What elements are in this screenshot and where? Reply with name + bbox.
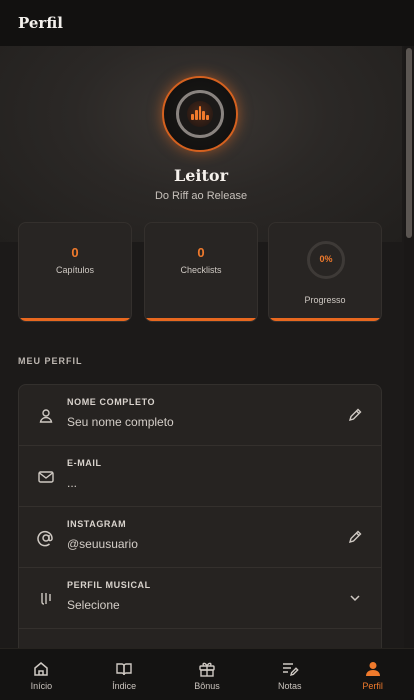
tab-label: Início bbox=[30, 681, 53, 691]
profile-name: Leitor bbox=[174, 166, 228, 185]
stat-label: Capítulos bbox=[55, 265, 95, 275]
home-icon bbox=[34, 662, 49, 676]
page-title: Perfil bbox=[18, 14, 63, 32]
profile-subtitle: Do Riff ao Release bbox=[154, 190, 248, 202]
field-label: NOME COMPLETO bbox=[67, 397, 156, 407]
pencil-icon[interactable] bbox=[347, 529, 363, 545]
book-icon bbox=[116, 663, 132, 676]
profile-fields-card: NOME COMPLETO Seu nome completo E-MAIL .… bbox=[18, 384, 382, 648]
field-instagram[interactable]: INSTAGRAM @seuusuario bbox=[19, 507, 381, 568]
stat-value: 0 bbox=[71, 245, 79, 260]
at-icon bbox=[37, 530, 53, 547]
tab-indice[interactable]: Índice bbox=[83, 649, 166, 700]
stat-label: Checklists bbox=[180, 265, 222, 275]
field-full-name[interactable]: NOME COMPLETO Seu nome completo bbox=[19, 385, 381, 446]
music-icon bbox=[41, 593, 51, 605]
notes-icon bbox=[282, 663, 299, 676]
tab-label: Perfil bbox=[362, 681, 383, 691]
progress-ring: 0% bbox=[307, 241, 345, 279]
stat-card-chapters[interactable]: 0 Capítulos bbox=[18, 222, 132, 322]
field-email[interactable]: E-MAIL ... bbox=[19, 446, 381, 507]
field-value: Selecione bbox=[67, 598, 120, 612]
tab-inicio[interactable]: Início bbox=[0, 649, 83, 700]
field-musical-profile[interactable]: PERFIL MUSICAL Selecione bbox=[19, 568, 381, 629]
stat-card-checklists[interactable]: 0 Checklists bbox=[144, 222, 258, 322]
field-label: E-MAIL bbox=[67, 458, 102, 468]
top-bar: Perfil bbox=[0, 0, 414, 46]
pencil-icon[interactable] bbox=[347, 407, 363, 423]
field-value: @seuusuario bbox=[67, 537, 138, 551]
progress-value: 0% bbox=[319, 254, 333, 264]
stat-label: Progresso bbox=[304, 295, 346, 305]
field-label: PERFIL MUSICAL bbox=[67, 580, 151, 590]
tab-label: Índice bbox=[112, 681, 137, 691]
gift-icon bbox=[199, 662, 215, 677]
tab-label: Bônus bbox=[194, 681, 220, 691]
field-value: Seu nome completo bbox=[67, 415, 174, 429]
field-value: ... bbox=[67, 476, 78, 490]
person-icon bbox=[365, 662, 380, 676]
tab-bonus[interactable]: Bônus bbox=[166, 649, 249, 700]
tab-perfil[interactable]: Perfil bbox=[331, 649, 414, 700]
stat-value: 0 bbox=[197, 245, 205, 260]
chevron-down-icon[interactable] bbox=[347, 590, 363, 606]
field-next[interactable] bbox=[19, 629, 381, 648]
user-icon bbox=[39, 409, 53, 423]
equalizer-icon bbox=[187, 101, 213, 127]
tab-label: Notas bbox=[278, 681, 302, 691]
avatar[interactable] bbox=[162, 76, 238, 152]
stat-card-progress[interactable]: 0% Progresso bbox=[268, 222, 382, 322]
mail-icon bbox=[38, 471, 54, 483]
section-title: MEU PERFIL bbox=[18, 356, 83, 366]
tab-notas[interactable]: Notas bbox=[248, 649, 331, 700]
bottom-nav: Início Índice Bônus Notas Perfil bbox=[0, 648, 414, 700]
profile-content[interactable]: Leitor Do Riff ao Release 0 Capítulos 0 … bbox=[0, 46, 414, 648]
field-label: INSTAGRAM bbox=[67, 519, 127, 529]
